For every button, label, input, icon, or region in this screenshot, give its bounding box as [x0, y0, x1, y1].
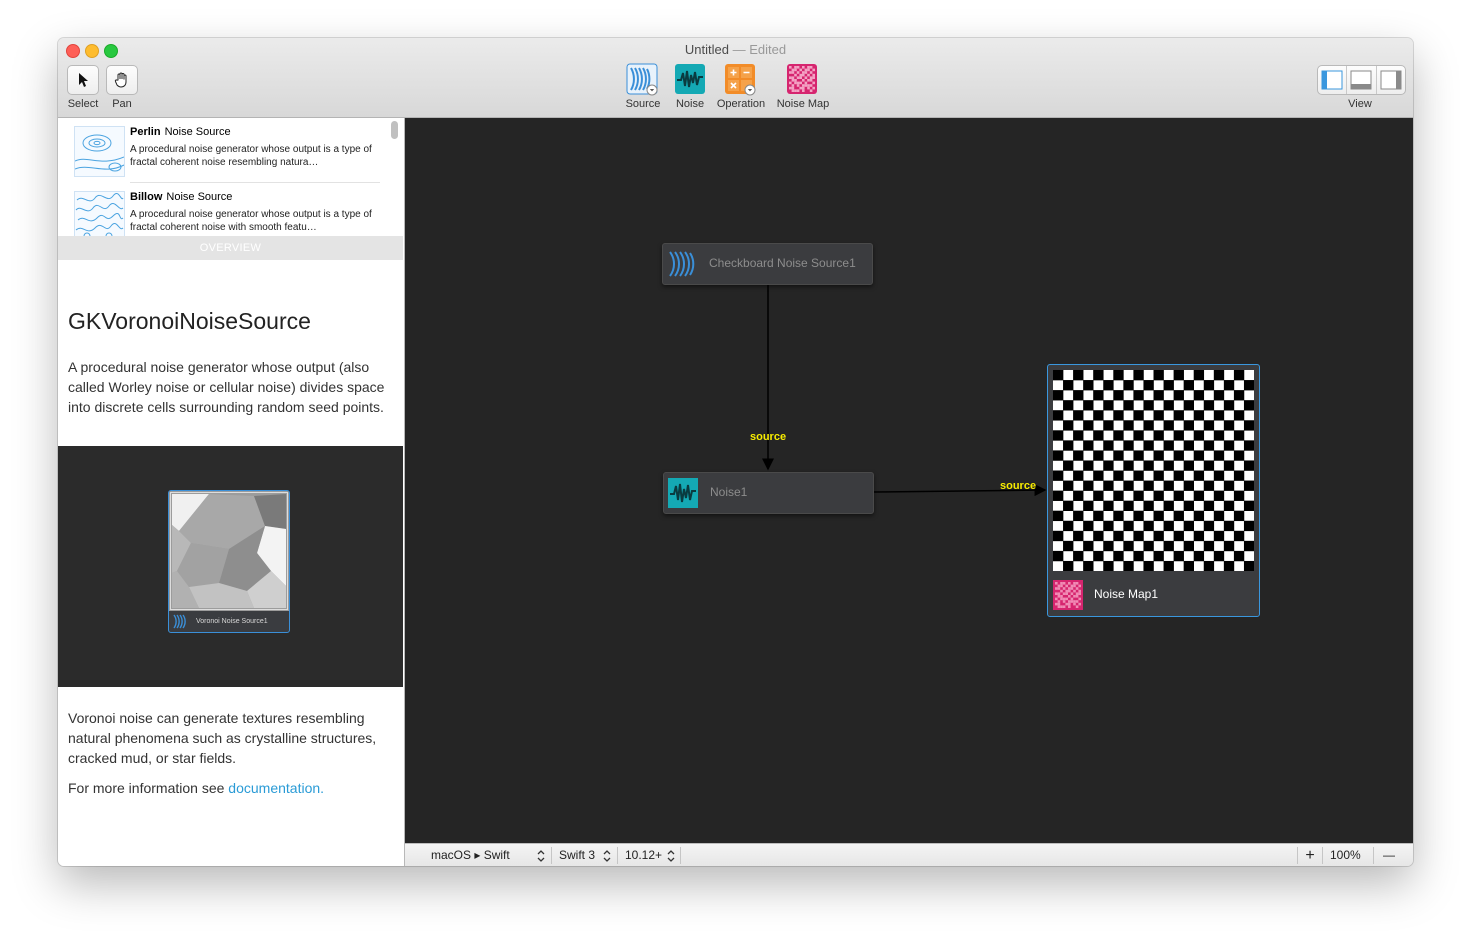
- right-panel-icon: [1380, 70, 1402, 90]
- noise-icon: [675, 64, 705, 94]
- operation-tool-label: Operation: [716, 98, 766, 110]
- edited-status: — Edited: [732, 42, 787, 57]
- hand-icon: [114, 72, 127, 88]
- os-version-popup[interactable]: 10.12+: [625, 844, 662, 866]
- swift-version-value: Swift 3: [559, 848, 596, 862]
- overview-details: Voronoi noise can generate textures rese…: [68, 710, 377, 766]
- library-item-description: A procedural noise generator whose outpu…: [130, 144, 372, 168]
- operation-tool-button[interactable]: [724, 63, 758, 96]
- node-library-list[interactable]: Perlin Noise Source A procedural noise ge…: [58, 118, 403, 236]
- cursor-arrow-icon: [79, 73, 88, 87]
- status-bar: macOS ▸ Swift Swift 3 10.12+ + 100% —: [405, 843, 1413, 866]
- perlin-thumbnail-icon: [74, 126, 125, 177]
- noise-map-tool-button[interactable]: [786, 63, 820, 96]
- library-item-title: Perlin Noise Source: [130, 126, 231, 138]
- bottom-panel-icon: [1350, 70, 1372, 90]
- stepper-icon[interactable]: [666, 849, 676, 863]
- status-separator: [1322, 847, 1323, 864]
- checkerboard-preview-image: [1053, 370, 1255, 572]
- preview-node-label: Voronoi Noise Source1: [196, 618, 268, 625]
- pan-tool-label: Pan: [112, 98, 132, 110]
- preview-area: Voronoi Noise Source1: [58, 446, 403, 687]
- noise-map-icon: [1053, 580, 1083, 610]
- library-item-billow[interactable]: Billow Noise Source A procedural noise ge…: [74, 191, 389, 236]
- source-tool-label: Source: [625, 98, 661, 110]
- source-icon: [669, 251, 695, 277]
- port-label-source: source: [1000, 480, 1037, 492]
- status-separator: [617, 847, 618, 864]
- document-name: Untitled: [684, 42, 729, 57]
- noise-tool-label: Noise: [675, 98, 705, 110]
- source-tool-button[interactable]: [626, 63, 660, 96]
- view-segmented-control: [1317, 65, 1406, 95]
- view-label: View: [1348, 98, 1372, 110]
- status-separator: [1297, 847, 1298, 864]
- node-noise-map1[interactable]: Noise Map1: [1047, 364, 1260, 617]
- noise-icon: [668, 478, 698, 508]
- overview-summary: A procedural noise generator whose outpu…: [68, 359, 385, 415]
- noise-map-tool-label: Noise Map: [776, 98, 830, 110]
- swift-version-popup[interactable]: Swift 3: [559, 844, 595, 866]
- library-item-perlin[interactable]: Perlin Noise Source A procedural noise ge…: [74, 126, 389, 186]
- source-icon: [173, 614, 186, 629]
- zoom-level: 100%: [1330, 848, 1361, 862]
- toggle-bottom-panel-button[interactable]: [1347, 66, 1377, 94]
- sidebar: Perlin Noise Source A procedural noise ge…: [58, 118, 405, 866]
- source-icon: [626, 63, 658, 96]
- node-label: Checkboard Noise Source1: [709, 256, 856, 270]
- preview-node-card: Voronoi Noise Source1: [168, 490, 290, 633]
- status-separator: [680, 847, 681, 864]
- zoom-out-button[interactable]: —: [1379, 844, 1399, 866]
- overview-more-info: For more information see documentation.: [68, 780, 325, 796]
- toolbar: Untitled — Edited Select Pan Source Nois…: [58, 38, 1413, 118]
- select-tool-button[interactable]: [67, 65, 99, 95]
- left-panel-icon: [1321, 70, 1343, 90]
- noise-tool-button[interactable]: [674, 63, 708, 96]
- preview-node-footer: Voronoi Noise Source1: [169, 611, 289, 632]
- app-window: Untitled — Edited Select Pan Source Nois…: [58, 38, 1413, 866]
- stepper-icon[interactable]: [536, 849, 546, 863]
- stepper-icon[interactable]: [602, 849, 612, 863]
- list-separator: [130, 182, 380, 183]
- status-separator: [1373, 847, 1374, 864]
- library-item-description: A procedural noise generator whose outpu…: [130, 209, 372, 233]
- library-scrollbar[interactable]: [391, 121, 398, 139]
- node-noise1[interactable]: Noise1: [663, 472, 874, 514]
- platform-popup[interactable]: macOS ▸ Swift: [431, 844, 510, 866]
- toggle-navigator-button[interactable]: [1318, 66, 1348, 94]
- select-tool-label: Select: [67, 98, 99, 110]
- status-separator: [551, 847, 552, 864]
- zoom-in-button[interactable]: +: [1303, 844, 1317, 866]
- pan-tool-button[interactable]: [106, 65, 138, 95]
- connection-layer: [762, 285, 1047, 497]
- billow-thumbnail-icon: [74, 191, 125, 236]
- window-title: Untitled — Edited: [58, 42, 1413, 57]
- node-label: Noise Map1: [1094, 587, 1159, 601]
- graph-canvas[interactable]: Checkboard Noise Source1 source Noise1 s…: [405, 118, 1413, 843]
- toggle-inspector-button[interactable]: [1377, 66, 1405, 94]
- node-checkboard-noise-source[interactable]: Checkboard Noise Source1: [662, 243, 873, 285]
- overview-title: GKVoronoiNoiseSource: [68, 308, 311, 334]
- overview-header: OVERVIEW: [58, 236, 403, 260]
- documentation-link[interactable]: documentation.: [228, 780, 324, 796]
- os-version-value: 10.12+: [625, 848, 663, 862]
- library-item-title: Billow Noise Source: [130, 191, 233, 203]
- node-label: Noise1: [710, 485, 748, 499]
- platform-value: macOS ▸ Swift: [431, 848, 510, 862]
- operation-icon: [725, 64, 756, 96]
- noise-map-icon: [787, 64, 817, 94]
- voronoi-preview-image: [169, 491, 289, 611]
- port-label-source: source: [750, 431, 787, 443]
